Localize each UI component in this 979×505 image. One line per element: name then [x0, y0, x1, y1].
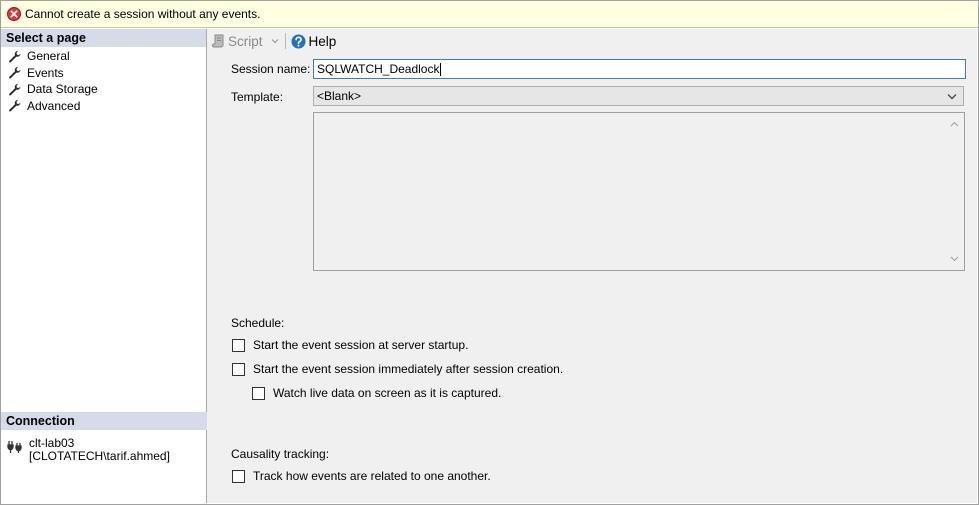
left-pane: Select a page General Events Data Storag… — [1, 29, 211, 503]
session-name-input[interactable]: SQLWATCH_Deadlock — [313, 59, 966, 79]
track-related-checkbox[interactable] — [232, 469, 245, 483]
watch-live-label: Watch live data on screen as it is captu… — [273, 386, 502, 400]
wrench-icon — [9, 83, 21, 96]
start-immediately-label: Start the event session immediately afte… — [253, 362, 564, 376]
script-button[interactable]: Script — [212, 31, 263, 51]
text-caret — [440, 62, 442, 76]
session-name-label: Session name: — [231, 62, 311, 76]
page-item-general[interactable]: General — [1, 48, 206, 65]
track-related-label: Track how events are related to one anot… — [253, 469, 491, 483]
page-list: General Events Data Storage Advanced — [1, 47, 206, 114]
select-page-header: Select a page — [1, 29, 206, 47]
page-item-advanced[interactable]: Advanced — [1, 98, 206, 115]
help-label: Help — [308, 33, 337, 49]
page-item-events[interactable]: Events — [1, 65, 206, 82]
toolbar: Script Help — [207, 29, 336, 53]
error-bar: Cannot create a session without any even… — [1, 1, 978, 28]
template-description-box — [313, 112, 965, 271]
causality-label: Causality tracking: — [231, 447, 330, 461]
watch-live-checkbox[interactable] — [252, 386, 265, 400]
scroll-down-icon[interactable] — [950, 256, 959, 262]
start-immediately-checkbox[interactable] — [232, 362, 245, 376]
page-item-data-storage[interactable]: Data Storage — [1, 81, 206, 98]
page-label: Advanced — [27, 98, 81, 113]
connection-header: Connection — [1, 412, 211, 430]
session-name-value: SQLWATCH_Deadlock — [317, 62, 440, 76]
scroll-up-icon[interactable] — [950, 121, 959, 127]
wrench-icon — [9, 67, 21, 79]
template-value: <Blank> — [317, 89, 362, 103]
track-related-option[interactable]: Track how events are related to one anot… — [232, 469, 491, 483]
watch-live-option[interactable]: Watch live data on screen as it is captu… — [252, 386, 501, 400]
page-label: Events — [27, 65, 64, 80]
connection-user: [CLOTATECH\tarif.ahmed] — [29, 449, 170, 463]
wrench-icon — [9, 50, 21, 63]
template-label: Template: — [231, 90, 284, 104]
start-immediately-option[interactable]: Start the event session immediately afte… — [232, 362, 563, 376]
connection-info: clt-lab03 [CLOTATECH\tarif.ahmed] — [1, 434, 212, 503]
page-label: General — [27, 49, 70, 64]
wrench-icon — [9, 100, 21, 112]
start-at-startup-option[interactable]: Start the event session at server startu… — [232, 338, 468, 352]
chevron-down-icon — [947, 94, 957, 100]
help-icon — [291, 34, 306, 48]
main-pane: Script Help Session name: SQLWATCH_Deadl… — [207, 29, 977, 503]
connection-icon — [7, 441, 22, 453]
toolbar-separator — [284, 33, 286, 49]
error-message: Cannot create a session without any even… — [25, 7, 261, 21]
page-label: Data Storage — [27, 82, 98, 97]
start-at-startup-label: Start the event session at server startu… — [253, 338, 469, 352]
start-at-startup-checkbox[interactable] — [232, 338, 245, 352]
error-icon — [7, 7, 21, 21]
script-icon — [212, 34, 224, 47]
help-button[interactable]: Help — [291, 31, 337, 51]
schedule-label: Schedule: — [231, 316, 285, 330]
dropdown-arrow-icon[interactable] — [271, 38, 279, 44]
script-label: Script — [228, 33, 263, 49]
template-select[interactable]: <Blank> — [313, 86, 964, 106]
